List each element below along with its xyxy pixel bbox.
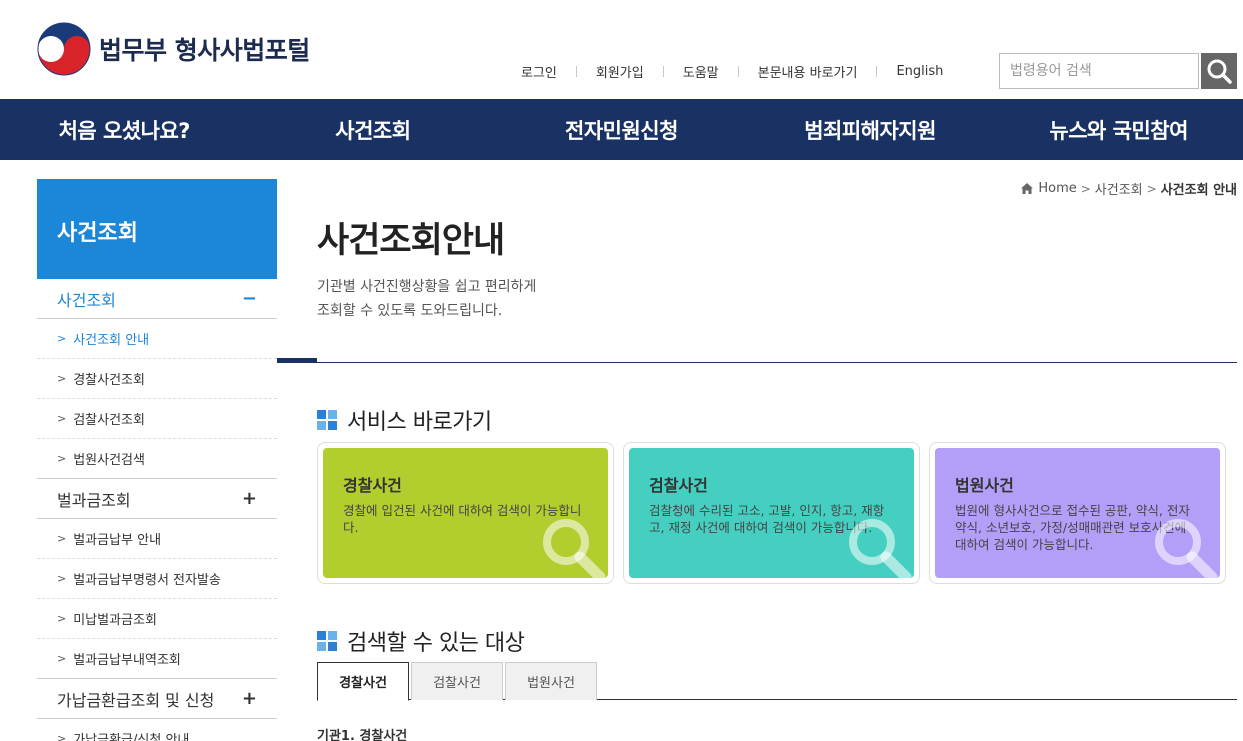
breadcrumb-current: 사건조회 안내 [1160,183,1237,198]
login-link[interactable]: 로그인 [502,62,576,81]
chevron-right-icon: > [57,572,67,585]
sidebar-item-label: 미납벌과금조회 [73,613,157,628]
sidebar-item-label: 경찰사건조회 [73,373,145,388]
sidebar-item-unpaid-fine[interactable]: > 미납벌과금조회 [37,599,277,639]
title-divider [277,362,1237,363]
english-link[interactable]: English [877,64,962,79]
breadcrumb-home[interactable]: Home [1038,181,1076,196]
sidebar: 사건조회 사건조회 − > 사건조회 안내 > 경찰사건조회 > 검찰사건조회 … [37,179,277,741]
sidebar-group-label: 사건조회 [57,290,116,310]
target-section-heading: 검색할 수 있는 대상 [317,625,525,657]
sidebar-group-refund[interactable]: 가납금환급조회 및 신청 + [37,679,277,719]
agency-sub-heading: 기관1. 경찰사건 [317,729,408,741]
section-title: 서비스 바로가기 [347,410,492,435]
service-cards: 경찰사건 경찰에 입건된 사건에 대하여 검색이 가능합니다. 검찰사건 검찰청… [317,442,1226,584]
sidebar-group-case-inquiry[interactable]: 사건조회 − [37,279,277,319]
section-grid-icon [317,410,337,430]
sidebar-item-police-case[interactable]: > 경찰사건조회 [37,359,277,399]
chevron-right-icon: > [57,532,67,545]
gnb-case-inquiry[interactable]: 사건조회 [249,99,498,160]
sidebar-item-label: 사건조회 안내 [73,333,150,348]
chevron-right-icon: > [57,332,67,345]
title-divider-accent [277,358,317,363]
service-card-police[interactable]: 경찰사건 경찰에 입건된 사건에 대하여 검색이 가능합니다. [317,442,614,584]
sidebar-group-label: 벌과금조회 [57,490,131,510]
sidebar-item-label: 법원사건검색 [73,453,145,468]
sidebar-title: 사건조회 [37,179,277,279]
target-tabs: 경찰사건 검찰사건 법원사건 [317,662,1237,701]
tab-court[interactable]: 법원사건 [505,662,597,700]
chevron-right-icon: > [1080,181,1091,196]
sidebar-item-label: 검찰사건조회 [73,413,145,428]
sidebar-item-fine-payment-guide[interactable]: > 벌과금납부 안내 [37,519,277,559]
sidebar-item-label: 벌과금납부내역조회 [73,653,181,668]
sidebar-group-fine-inquiry[interactable]: 벌과금조회 + [37,479,277,519]
card-title: 경찰사건 [343,476,402,495]
home-icon [1021,183,1034,194]
skip-to-content-link[interactable]: 본문내용 바로가기 [739,62,877,81]
logo-title: 법무부 형사사법포털 [99,36,310,65]
collapse-icon: − [241,288,257,309]
service-section-heading: 서비스 바로가기 [317,404,492,436]
chevron-right-icon: > [57,372,67,385]
main-nav: 처음 오셨나요? 사건조회 전자민원신청 범죄피해자지원 뉴스와 국민참여 [0,99,1243,160]
card-title: 법원사건 [955,476,1014,495]
sidebar-item-court-case[interactable]: > 법원사건검색 [37,439,277,479]
page-title: 사건조회안내 [317,221,505,261]
site-logo[interactable]: 법무부 형사사법포털 [37,22,310,76]
search-button[interactable] [1201,53,1237,89]
page-description: 기관별 사건진행상황을 쉽고 편리하게 조회할 수 있도록 도와드립니다. [317,275,536,323]
breadcrumb-level1[interactable]: 사건조회 [1095,179,1143,198]
gnb-news-participation[interactable]: 뉴스와 국민참여 [994,99,1243,160]
gnb-victim-support[interactable]: 범죄피해자지원 [746,99,995,160]
description-line: 기관별 사건진행상황을 쉽고 편리하게 [317,279,537,295]
chevron-right-icon: > [57,732,67,741]
chevron-right-icon: > [1146,181,1157,196]
section-grid-icon [317,631,337,651]
sidebar-item-fine-payment-history[interactable]: > 벌과금납부내역조회 [37,639,277,679]
search-box [999,53,1199,89]
gnb-e-petition[interactable]: 전자민원신청 [497,99,746,160]
sidebar-group-label: 가납금환급조회 및 신청 [57,690,215,710]
service-card-prosecution[interactable]: 검찰사건 검찰청에 수리된 고소, 고발, 인지, 항고, 재항고, 재정 사건… [623,442,920,584]
sidebar-item-fine-notice-electronic[interactable]: > 벌과금납부명령서 전자발송 [37,559,277,599]
sidebar-item-label: 가납금환급/신청 안내 [73,733,190,741]
sidebar-item-refund-guide[interactable]: > 가납금환급/신청 안내 [37,719,277,741]
chevron-right-icon: > [57,652,67,665]
magnifier-icon [849,519,912,578]
chevron-right-icon: > [57,412,67,425]
search-icon [1207,59,1232,84]
search-input[interactable] [1000,54,1198,88]
service-card-court[interactable]: 법원사건 법원에 형사사건으로 접수된 공판, 약식, 전자약식, 소년보호, … [929,442,1226,584]
signup-link[interactable]: 회원가입 [577,62,663,81]
card-title: 검찰사건 [649,476,708,495]
breadcrumb: Home > 사건조회 > 사건조회 안내 [1021,179,1237,198]
help-link[interactable]: 도움말 [664,62,738,81]
sidebar-item-case-guide[interactable]: > 사건조회 안내 [37,319,277,359]
sidebar-item-label: 벌과금납부명령서 전자발송 [73,573,221,588]
description-line: 조회할 수 있도록 도와드립니다. [317,303,503,319]
chevron-right-icon: > [57,452,67,465]
government-emblem-icon [37,22,91,76]
utility-nav: 로그인 회원가입 도움말 본문내용 바로가기 English [502,62,962,81]
tab-police[interactable]: 경찰사건 [317,662,409,701]
tab-prosecution[interactable]: 검찰사건 [411,662,503,700]
sidebar-item-prosecution-case[interactable]: > 검찰사건조회 [37,399,277,439]
expand-icon: + [241,488,257,509]
sidebar-item-label: 벌과금납부 안내 [73,533,162,548]
magnifier-icon [543,519,606,578]
gnb-first-visit[interactable]: 처음 오셨나요? [0,99,249,160]
chevron-right-icon: > [57,612,67,625]
expand-icon: + [241,688,257,709]
magnifier-icon [1155,519,1218,578]
section-title: 검색할 수 있는 대상 [347,631,525,656]
